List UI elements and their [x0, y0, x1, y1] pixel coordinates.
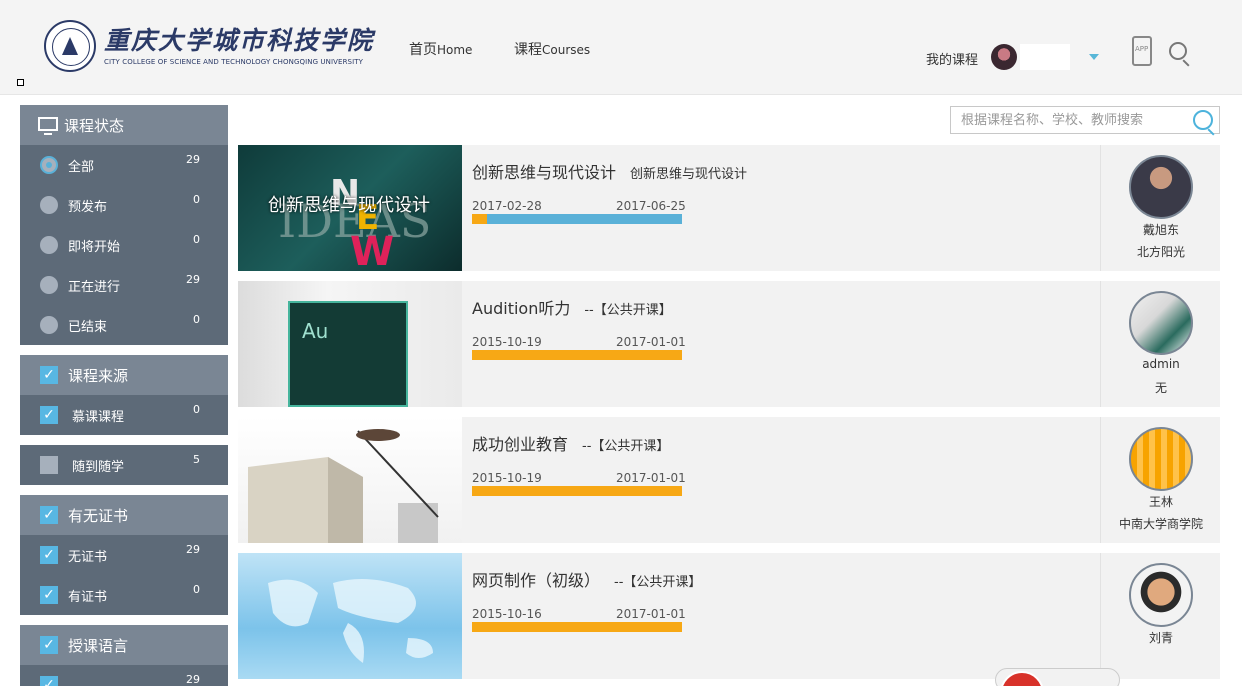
filter-has-certificate[interactable]: ✓ 有证书 0: [20, 575, 228, 615]
filter-certificate: ✓ 有无证书 ✓ 无证书 29 ✓ 有证书 0: [20, 495, 228, 615]
search-icon[interactable]: [1169, 42, 1187, 60]
course-progress-bar: [472, 214, 682, 224]
course-search-input[interactable]: [951, 107, 1186, 133]
radio-icon[interactable]: [40, 196, 58, 214]
school-name-cn: 重庆大学城市科技学院: [104, 26, 375, 55]
course-card[interactable]: IDEAS N E W 创新思维与现代设计 创新思维与现代设计 创新思维与现代设计…: [238, 145, 1220, 271]
course-card[interactable]: 成功创业教育 --【公共开课】 2015-10-19 2017-01-01 王林 …: [238, 417, 1220, 543]
my-course-link[interactable]: 我的课程: [926, 49, 978, 68]
teacher-avatar[interactable]: [1129, 291, 1193, 355]
radio-icon[interactable]: [40, 276, 58, 294]
course-search-box: [950, 106, 1220, 134]
checkbox-icon[interactable]: [40, 456, 58, 474]
thumbnail-caption: 创新思维与现代设计: [268, 195, 430, 216]
checkbox-icon[interactable]: ✓: [40, 366, 58, 384]
nav-home[interactable]: 首页Home: [409, 39, 472, 59]
world-map-icon: [268, 579, 433, 663]
checkbox-icon[interactable]: ✓: [40, 676, 58, 686]
top-header: 重庆大学城市科技学院 CITY COLLEGE OF SCIENCE AND T…: [0, 0, 1242, 95]
teacher-org: 无: [1154, 381, 1167, 395]
filter-header-status: 课程状态: [20, 105, 228, 145]
search-icon[interactable]: [1193, 110, 1213, 130]
floating-help-button[interactable]: [995, 668, 1120, 686]
resize-handle: [17, 79, 24, 86]
filter-status-ongoing[interactable]: 正在进行 29: [20, 265, 228, 305]
course-title[interactable]: 创新思维与现代设计 创新思维与现代设计: [472, 159, 747, 183]
radio-icon[interactable]: [40, 236, 58, 254]
course-title[interactable]: 网页制作（初级） --【公共开课】: [472, 567, 701, 591]
course-progress-bar: [472, 622, 682, 632]
teacher-org: 中南大学商学院: [1118, 517, 1203, 531]
filter-language-item[interactable]: ✓ 29: [20, 665, 228, 686]
course-end-date: 2017-06-25: [616, 199, 686, 213]
teacher-avatar[interactable]: [1129, 427, 1193, 491]
user-avatar[interactable]: [991, 44, 1017, 70]
radio-icon[interactable]: [40, 316, 58, 334]
radio-icon[interactable]: [40, 156, 58, 174]
mobile-app-icon[interactable]: APP: [1132, 36, 1152, 66]
teacher-info[interactable]: 刘青: [1100, 553, 1220, 679]
user-name[interactable]: [1020, 44, 1070, 70]
teacher-info[interactable]: 王林 中南大学商学院: [1100, 417, 1220, 543]
filter-language: ✓ 授课语言 ✓ 29: [20, 625, 228, 686]
progress-fill: [472, 622, 682, 632]
teacher-avatar[interactable]: [1129, 563, 1193, 627]
course-thumbnail[interactable]: [238, 417, 462, 543]
audition-box-icon: Au: [288, 301, 408, 407]
course-start-date: 2015-10-19: [472, 471, 542, 485]
course-progress-bar: [472, 486, 682, 496]
course-progress-bar: [472, 350, 682, 360]
course-thumbnail[interactable]: IDEAS N E W 创新思维与现代设计: [238, 145, 462, 271]
course-thumbnail[interactable]: Au: [238, 281, 462, 407]
monitor-icon: [38, 117, 58, 135]
filter-header-source[interactable]: ✓ 课程来源: [20, 355, 228, 395]
teacher-org: 北方阳光: [1136, 245, 1185, 259]
filter-course-source: ✓ 课程来源 ✓ 慕课课程 0: [20, 355, 228, 435]
course-end-date: 2017-01-01: [616, 607, 686, 621]
startup-art-icon: [248, 429, 439, 543]
checkbox-icon[interactable]: ✓: [40, 636, 58, 654]
filter-status-ended[interactable]: 已结束 0: [20, 305, 228, 345]
course-card[interactable]: Au Audition听力 --【公共开课】 2015-10-19 2017-01…: [238, 281, 1220, 407]
school-seal-icon: [44, 20, 96, 72]
teacher-info[interactable]: 戴旭东 北方阳光: [1100, 145, 1220, 271]
nav-courses[interactable]: 课程Courses: [514, 39, 590, 59]
svg-text:W: W: [350, 229, 394, 271]
teacher-avatar[interactable]: [1129, 155, 1193, 219]
school-logo[interactable]: 重庆大学城市科技学院 CITY COLLEGE OF SCIENCE AND T…: [44, 20, 374, 72]
teacher-name[interactable]: admin: [1101, 357, 1221, 371]
course-start-date: 2015-10-16: [472, 607, 542, 621]
course-start-date: 2017-02-28: [472, 199, 542, 213]
course-title[interactable]: 成功创业教育 --【公共开课】: [472, 431, 669, 455]
teacher-name[interactable]: 王林: [1101, 493, 1221, 510]
checkbox-icon[interactable]: ✓: [40, 406, 58, 424]
chevron-down-icon[interactable]: [1089, 54, 1099, 60]
filter-status-upcoming[interactable]: 即将开始 0: [20, 225, 228, 265]
progress-fill: [472, 214, 487, 224]
filter-status-all[interactable]: 全部 29: [20, 145, 228, 185]
progress-fill: [472, 486, 682, 496]
school-name-en: CITY COLLEGE OF SCIENCE AND TECHNOLOGY C…: [104, 58, 363, 66]
filter-header-certificate[interactable]: ✓ 有无证书: [20, 495, 228, 535]
course-title[interactable]: Audition听力 --【公共开课】: [472, 295, 672, 319]
progress-fill: [472, 350, 682, 360]
checkbox-icon[interactable]: ✓: [40, 506, 58, 524]
filter-source-mooc[interactable]: ✓ 慕课课程 0: [20, 395, 228, 435]
course-thumbnail[interactable]: [238, 553, 462, 679]
checkbox-icon[interactable]: ✓: [40, 546, 58, 564]
filter-status-prerelease[interactable]: 预发布 0: [20, 185, 228, 225]
checkbox-icon[interactable]: ✓: [40, 586, 58, 604]
course-start-date: 2015-10-19: [472, 335, 542, 349]
filter-no-certificate[interactable]: ✓ 无证书 29: [20, 535, 228, 575]
teacher-info[interactable]: admin 无: [1100, 281, 1220, 407]
filter-source-self-paced[interactable]: 随到随学 5: [20, 445, 228, 485]
course-end-date: 2017-01-01: [616, 471, 686, 485]
teacher-name[interactable]: 刘青: [1101, 629, 1221, 646]
teacher-name[interactable]: 戴旭东: [1101, 221, 1221, 238]
filter-header-language[interactable]: ✓ 授课语言: [20, 625, 228, 665]
course-card[interactable]: 网页制作（初级） --【公共开课】 2015-10-16 2017-01-01 刘…: [238, 553, 1220, 679]
filter-course-status: 课程状态 全部 29 预发布 0 即将开始 0 正在进行 29 已结束 0: [20, 105, 228, 345]
course-end-date: 2017-01-01: [616, 335, 686, 349]
